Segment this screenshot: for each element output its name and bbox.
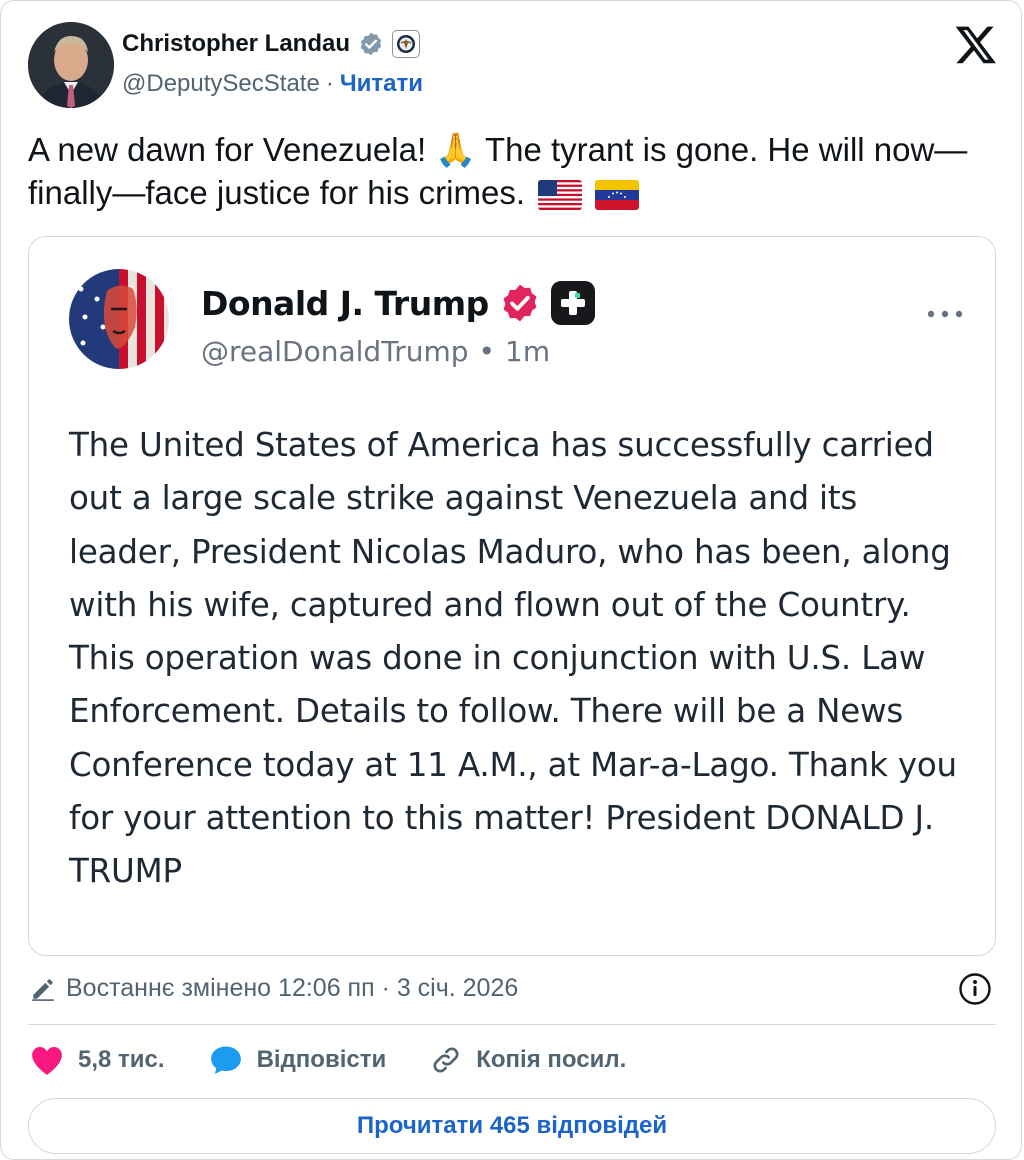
follow-link[interactable]: Читати — [340, 70, 423, 98]
quoted-author-avatar[interactable] — [69, 269, 169, 369]
read-replies-button[interactable]: Прочитати 465 відповідей — [28, 1098, 996, 1154]
x-logo-icon[interactable] — [954, 22, 998, 66]
reply-label: Відповісти — [256, 1046, 387, 1073]
edited-timestamp[interactable]: Востаннє змінено 12:06 пп · 3 січ. 2026 — [66, 974, 518, 1003]
quoted-post-body: The United States of America has success… — [69, 426, 957, 891]
verified-gray-icon — [360, 32, 382, 56]
tweet-text-content: A new dawn for Venezuela! 🙏 The tyrant i… — [28, 131, 968, 211]
tweet-text: A new dawn for Venezuela! 🙏 The tyrant i… — [28, 128, 988, 214]
plus-app-icon — [550, 281, 595, 325]
info-icon[interactable] — [958, 972, 992, 1006]
more-icon[interactable] — [925, 307, 965, 321]
reply-button[interactable]: Відповісти — [209, 1044, 387, 1076]
quoted-author-name[interactable]: Donald J. Trump — [201, 284, 489, 323]
author-handle[interactable]: @DeputySecState — [122, 70, 320, 98]
heart-icon — [32, 1046, 62, 1075]
read-replies-label: Прочитати 465 відповідей — [356, 1112, 668, 1139]
reply-bubble-icon — [210, 1046, 241, 1075]
venezuela-flag-icon — [595, 180, 640, 211]
quoted-post-time: 1m — [505, 335, 551, 368]
government-seal-icon — [392, 30, 421, 58]
link-icon — [433, 1047, 459, 1073]
like-button[interactable]: 5,8 тис. — [30, 1044, 165, 1076]
like-count: 5,8 тис. — [78, 1046, 165, 1073]
quoted-post-card[interactable]: Donald J. Trump @realDonaldTrump • 1m Th… — [28, 236, 996, 956]
verified-pink-icon — [503, 284, 537, 322]
us-flag-icon — [538, 180, 583, 211]
copy-link-button[interactable]: Копія посил. — [430, 1044, 626, 1076]
divider — [28, 1024, 996, 1025]
handle-separator: · — [325, 70, 334, 97]
pencil-icon — [32, 978, 54, 1001]
author-name[interactable]: Christopher Landau — [122, 30, 350, 58]
quoted-separator: • — [478, 335, 496, 368]
quoted-author-handle[interactable]: @realDonaldTrump — [201, 335, 469, 368]
author-avatar[interactable] — [28, 22, 114, 108]
copy-link-label: Копія посил. — [476, 1046, 627, 1073]
